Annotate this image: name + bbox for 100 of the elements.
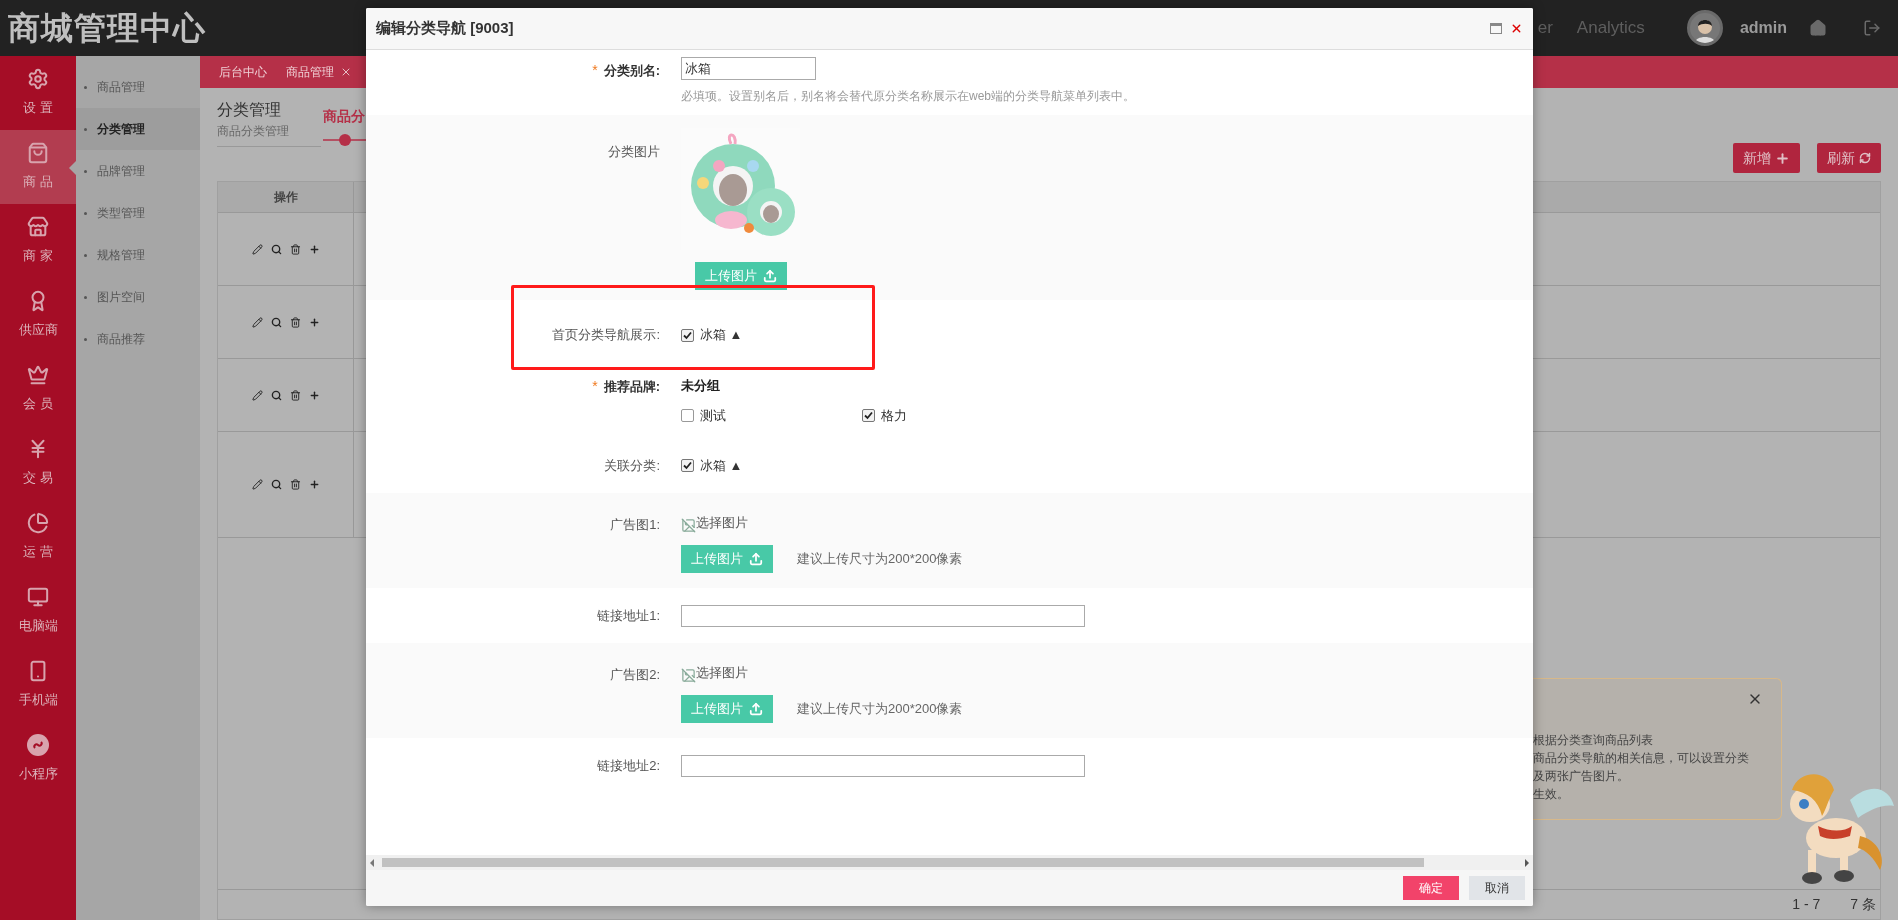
field-label: 分类别名:: [603, 61, 660, 80]
field-label: 广告图1:: [610, 516, 660, 534]
checkbox-label: 测试: [700, 406, 726, 425]
tip-text: 商品分类导航的相关信息，可以设置分类: [1533, 750, 1750, 767]
module-nav-item[interactable]: 运 营: [0, 500, 76, 574]
search-icon[interactable]: [270, 243, 282, 255]
submenu-item[interactable]: 规格管理: [76, 234, 200, 276]
module-nav-item[interactable]: 供应商: [0, 278, 76, 352]
pie-chart-icon: [27, 512, 49, 535]
breadcrumb-tab[interactable]: 后台中心: [219, 63, 267, 81]
toolbar-button[interactable]: 新增: [1733, 143, 1800, 173]
search-icon[interactable]: [270, 389, 282, 401]
scroll-left-icon[interactable]: [370, 858, 374, 867]
module-nav-item[interactable]: 会 员: [0, 352, 76, 426]
pagination-range: 1 - 7: [1792, 895, 1821, 914]
add-icon[interactable]: [308, 389, 320, 401]
submenu-item[interactable]: 商品推荐: [76, 318, 200, 360]
submenu-item[interactable]: 品牌管理: [76, 150, 200, 192]
alias-input[interactable]: 冰箱: [681, 57, 816, 80]
add-icon[interactable]: [308, 479, 320, 490]
required-asterisk: *: [592, 377, 598, 396]
maximize-icon[interactable]: [1490, 23, 1502, 34]
avatar[interactable]: [1686, 10, 1723, 46]
size-hint: 建议上传尺寸为200*200像素: [797, 549, 963, 568]
category-tab[interactable]: 商品分: [323, 106, 367, 127]
checkbox-label: 冰箱 ▲: [700, 457, 743, 475]
submenu-item[interactable]: 分类管理: [76, 108, 200, 150]
nav-link[interactable]: Analytics: [1576, 15, 1645, 41]
submenu-item[interactable]: 商品管理: [76, 66, 200, 108]
field-label: 链接地址1:: [597, 606, 660, 625]
plus-icon: [1775, 150, 1790, 166]
breadcrumb-tab[interactable]: 商品管理: [286, 63, 352, 81]
link-url-input[interactable]: [681, 754, 1085, 777]
edit-icon[interactable]: [251, 316, 263, 328]
nav-link[interactable]: er: [1537, 15, 1553, 41]
size-hint: 建议上传尺寸为200*200像素: [797, 699, 963, 718]
image-alt-text: 选择图片: [696, 514, 748, 532]
checkbox[interactable]: [681, 459, 694, 473]
crown-icon: [27, 364, 49, 387]
field-label: 链接地址2:: [597, 756, 660, 775]
module-nav-item[interactable]: 商 家: [0, 204, 76, 278]
upload-icon: [749, 551, 763, 566]
field-label: 广告图2:: [610, 666, 660, 684]
home-icon[interactable]: [1809, 19, 1827, 37]
link-circle-icon: [27, 734, 49, 757]
horizontal-scrollbar[interactable]: [366, 855, 1533, 870]
refresh-icon: [1859, 152, 1871, 164]
edit-icon[interactable]: [251, 479, 263, 490]
username: admin: [1739, 18, 1787, 38]
page-subtitle: 商品分类管理: [217, 123, 290, 140]
hint-text: 必填项。设置别名后，别名将会替代原分类名称展示在web端的分类导航菜单列表中。: [681, 88, 1135, 105]
field-label: 关联分类:: [604, 457, 660, 475]
module-nav-item[interactable]: 手机端: [0, 648, 76, 722]
confirm-button[interactable]: 确定: [1403, 876, 1459, 900]
trash-icon[interactable]: [289, 479, 301, 490]
scroll-right-icon[interactable]: [1525, 858, 1529, 867]
logout-icon[interactable]: [1863, 19, 1881, 37]
search-icon[interactable]: [270, 316, 282, 328]
progress-marker-icon: [323, 133, 367, 147]
submenu-item[interactable]: 类型管理: [76, 192, 200, 234]
brand-group-title: 未分组: [681, 377, 721, 395]
checkbox-label: 格力: [881, 406, 907, 425]
edit-icon[interactable]: [251, 389, 263, 401]
checkbox-label: 冰箱 ▲: [700, 326, 743, 345]
scrollbar-thumb[interactable]: [382, 858, 1424, 867]
checkbox[interactable]: [862, 408, 875, 422]
close-icon[interactable]: [1510, 22, 1523, 35]
cancel-button[interactable]: 取消: [1469, 876, 1525, 900]
tip-text: 生效。: [1533, 786, 1570, 803]
field-label: 首页分类导航展示:: [552, 326, 660, 345]
module-nav-item[interactable]: 电脑端: [0, 574, 76, 648]
broken-image-icon: [681, 517, 696, 533]
search-icon[interactable]: [270, 479, 282, 490]
trash-icon[interactable]: [289, 389, 301, 401]
close-tab-icon[interactable]: [340, 66, 352, 78]
column-header: 操作: [218, 182, 354, 212]
link-url-input[interactable]: [681, 604, 1085, 627]
upload-icon: [762, 269, 777, 283]
dialog-title: 编辑分类导航 [9003]: [376, 18, 514, 39]
pagination-total: 7 条: [1850, 895, 1876, 914]
gear-icon: [27, 68, 49, 91]
toolbar-button[interactable]: 刷新: [1817, 143, 1881, 173]
required-asterisk: *: [592, 61, 598, 80]
edit-icon[interactable]: [251, 243, 263, 255]
tip-text: 及两张广告图片。: [1533, 768, 1630, 785]
trash-icon[interactable]: [289, 243, 301, 255]
app-title: 商城管理中心: [8, 9, 206, 48]
add-icon[interactable]: [308, 243, 320, 255]
module-nav-item[interactable]: 交 易: [0, 426, 76, 500]
field-label: 分类图片: [608, 143, 660, 161]
module-nav-item[interactable]: 小程序: [0, 722, 76, 796]
add-icon[interactable]: [308, 316, 320, 328]
submenu-item[interactable]: 图片空间: [76, 276, 200, 318]
trash-icon[interactable]: [289, 316, 301, 328]
checkbox[interactable]: [681, 328, 694, 342]
store-icon: [27, 216, 49, 239]
checkbox[interactable]: [681, 408, 694, 422]
module-nav-item[interactable]: 设 置: [0, 56, 76, 130]
module-nav-item[interactable]: 商 品: [0, 130, 76, 204]
field-label: 推荐品牌:: [603, 377, 660, 396]
